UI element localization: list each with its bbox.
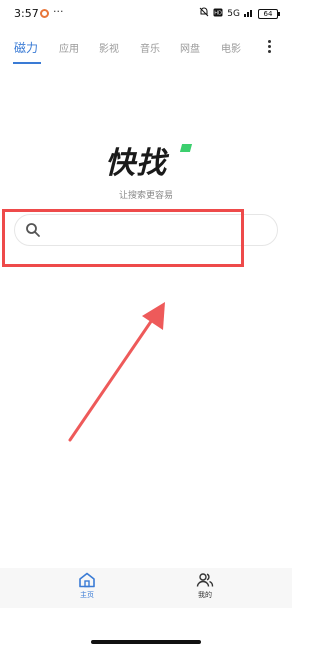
- tab-movies[interactable]: 电影: [221, 40, 241, 55]
- slogan: 让搜索更容易: [118, 191, 173, 201]
- signal-5g-label: 5G: [227, 8, 240, 19]
- tab-music[interactable]: 音乐: [140, 40, 160, 55]
- tab-cloud-drive[interactable]: 网盘: [180, 40, 200, 55]
- tab-magnet[interactable]: 磁力: [14, 39, 38, 56]
- tab-apps[interactable]: 应用: [59, 40, 79, 55]
- mute-bell-icon: [199, 7, 209, 20]
- logo-accent-mark: [179, 144, 193, 152]
- users-icon: [196, 573, 214, 587]
- nav-item-home[interactable]: 主页: [57, 572, 117, 600]
- home-indicator: [91, 640, 201, 644]
- status-icons: HD 5G 64: [199, 7, 280, 20]
- annotation-arrow: [68, 302, 165, 442]
- tab-video[interactable]: 影视: [99, 40, 119, 55]
- signal-bars-icon: [244, 8, 254, 20]
- more-notifications-icon: ···: [53, 5, 64, 18]
- svg-text:HD: HD: [214, 10, 222, 16]
- bottom-nav: 主页 我的: [0, 568, 292, 608]
- nav-item-mine[interactable]: 我的: [175, 572, 235, 600]
- home-icon: [79, 572, 95, 588]
- logo-text: 快找: [105, 146, 167, 181]
- more-menu-icon[interactable]: [264, 38, 274, 58]
- annotation-highlight-box: [2, 209, 244, 267]
- notification-app-icon: [40, 9, 49, 18]
- active-tab-indicator: [13, 62, 41, 64]
- app-logo: 快找: [105, 138, 195, 182]
- status-time: 3:57: [14, 7, 39, 20]
- status-bar: 3:57 ··· HD 5G 64: [0, 0, 292, 28]
- hd-badge-icon: HD: [213, 8, 223, 20]
- nav-home-label: 主页: [80, 591, 94, 599]
- category-tabs: 磁力 应用 影视 音乐 网盘 电影: [0, 34, 292, 68]
- nav-mine-label: 我的: [198, 591, 212, 599]
- battery-level: 64: [258, 8, 280, 19]
